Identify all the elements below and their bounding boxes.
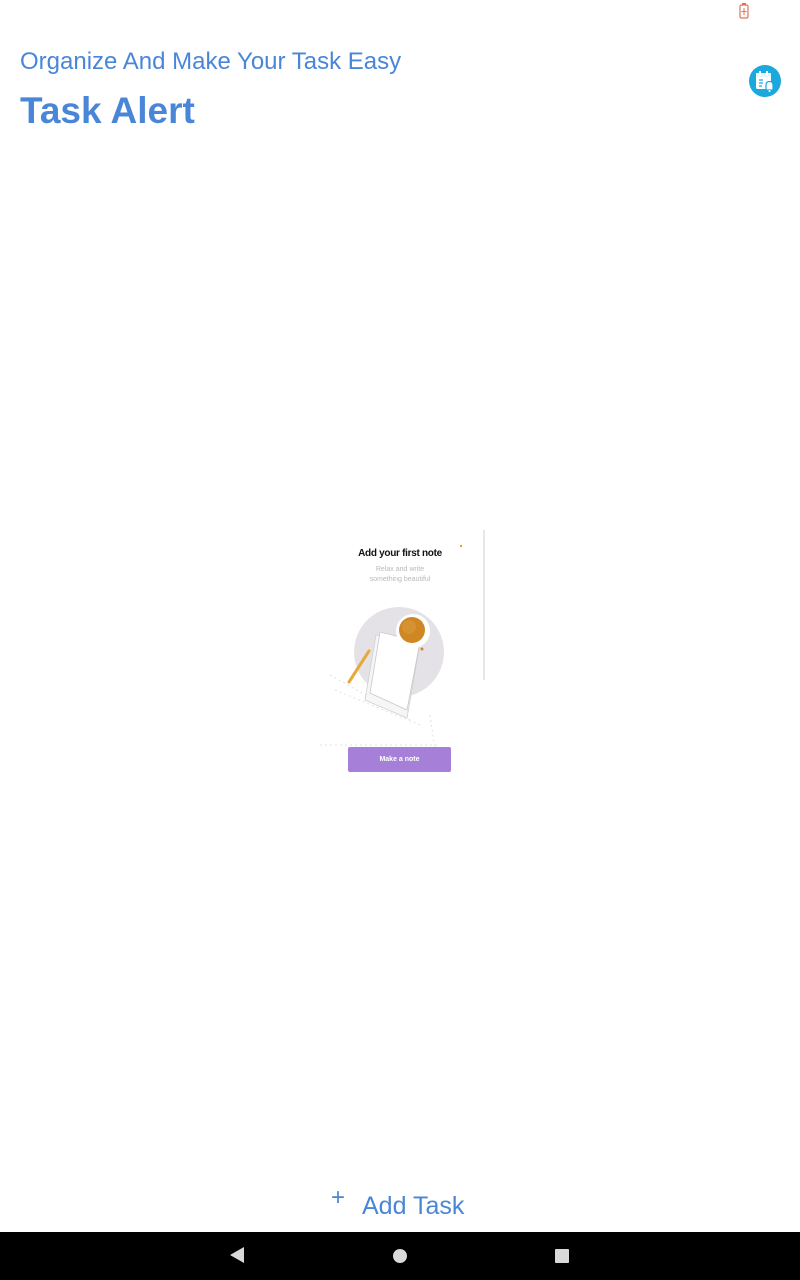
- page-title: Task Alert: [20, 90, 195, 131]
- empty-state-subtext-line2: something beautiful: [369, 576, 431, 583]
- calendar-alarm-button[interactable]: [749, 65, 781, 97]
- back-triangle-icon[interactable]: [229, 1246, 245, 1264]
- system-nav-bar: [0, 1232, 800, 1280]
- recents-square-icon[interactable]: [555, 1249, 569, 1263]
- empty-state-subtext-line1: Relax and write: [375, 566, 425, 573]
- calendar-alarm-icon: [756, 71, 774, 92]
- empty-state-heading: Add your first note: [358, 548, 442, 559]
- app-screen: Organize And Make Your Task Easy Task Al…: [0, 0, 800, 1280]
- add-task-label: Add Task: [362, 1192, 465, 1220]
- add-task-button[interactable]: + Add Task: [328, 1182, 478, 1222]
- make-note-button[interactable]: Make a note: [348, 747, 451, 772]
- plus-icon: +: [331, 1184, 346, 1211]
- empty-state-illustration: Add your first note Relax and write some…: [310, 510, 490, 800]
- empty-state-subtext: Relax and write something beautiful: [310, 565, 490, 585]
- status-bar: [0, 0, 800, 24]
- home-circle-icon[interactable]: [393, 1249, 407, 1263]
- app-subtitle: Organize And Make Your Task Easy: [20, 48, 402, 75]
- battery-charging-icon: [739, 3, 749, 19]
